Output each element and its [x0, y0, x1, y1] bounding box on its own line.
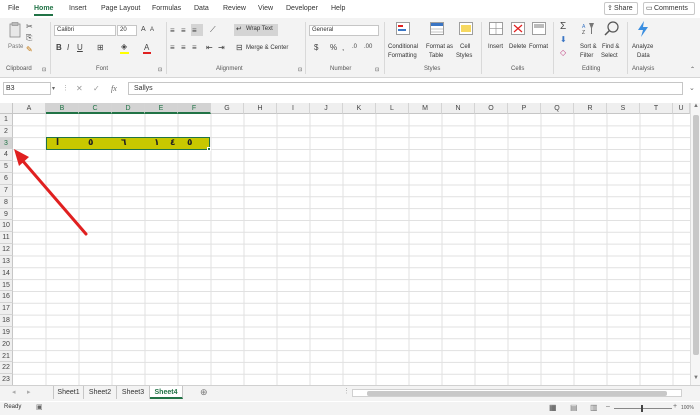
- sheet-tab-1[interactable]: Sheet1: [53, 386, 84, 399]
- zoom-level[interactable]: 100%: [681, 405, 694, 411]
- excel-window: File Home Insert Page Layout Formulas Da…: [0, 0, 700, 415]
- next-sheet-icon[interactable]: ▸: [27, 388, 31, 396]
- normal-view-icon[interactable]: ▦: [549, 403, 557, 412]
- status-bar: Ready ▣ ▦ ▤ ▥ – + 100%: [0, 402, 700, 415]
- horizontal-scroll-thumb[interactable]: [367, 391, 667, 396]
- zoom-slider-thumb[interactable]: [641, 405, 643, 412]
- sheet-tab-2[interactable]: Sheet2: [84, 386, 117, 399]
- add-sheet-icon[interactable]: ⊕: [200, 387, 208, 398]
- page-layout-view-icon[interactable]: ▤: [570, 403, 578, 412]
- page-break-view-icon[interactable]: ▥: [590, 403, 598, 412]
- zoom-in-icon[interactable]: +: [673, 403, 677, 410]
- sheet-tab-4[interactable]: Sheet4: [150, 386, 183, 399]
- status-mode: Ready: [4, 404, 22, 410]
- zoom-out-icon[interactable]: –: [606, 403, 610, 410]
- sheet-tab-3[interactable]: Sheet3: [117, 386, 150, 399]
- macro-record-icon[interactable]: ▣: [36, 403, 43, 411]
- zoom-slider[interactable]: [614, 408, 672, 409]
- prev-sheet-icon[interactable]: ◂: [12, 388, 16, 396]
- annotation-arrow: [14, 149, 88, 236]
- sheet-options-icon: ⋮: [343, 388, 350, 395]
- horizontal-scrollbar[interactable]: [352, 389, 682, 397]
